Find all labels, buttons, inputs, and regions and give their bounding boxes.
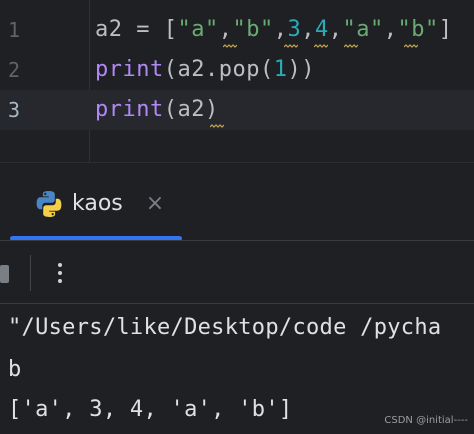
token-builtin: print <box>95 57 164 82</box>
token-paren: ) <box>204 97 219 122</box>
token-comma: , <box>218 17 233 42</box>
token-bracket: [ <box>163 17 178 42</box>
token-comma: , <box>273 17 288 42</box>
run-toolbar <box>0 241 474 303</box>
token-builtin: print <box>95 97 164 122</box>
watermark: CSDN @initial---- <box>384 415 468 426</box>
python-icon <box>36 191 62 217</box>
token-paren: )) <box>287 57 315 82</box>
warning-squiggle-icon <box>314 44 328 48</box>
token-string: "b" <box>397 17 439 42</box>
warning-squiggle-icon <box>223 44 237 48</box>
token-comma: , <box>301 17 315 42</box>
code-text[interactable]: print(a2) <box>95 96 219 124</box>
token-paren: ( <box>163 57 178 82</box>
code-text[interactable]: a2 = ["a","b",3,4,"a","b"] <box>95 16 453 44</box>
warning-squiggle-icon <box>284 44 298 48</box>
token-variable: a2 <box>177 57 205 82</box>
line-number: 3 <box>8 98 21 122</box>
token-comma: , <box>383 17 398 42</box>
console-line-output: b <box>8 357 22 382</box>
more-vertical-icon[interactable] <box>50 255 70 291</box>
warning-squiggle-icon <box>210 124 224 128</box>
console-line-output: ['a', 3, 4, 'a', 'b'] <box>8 397 293 422</box>
code-line-1[interactable]: 1 a2 = ["a","b",3,4,"a","b"] <box>0 10 474 50</box>
token-comma: , <box>328 17 343 42</box>
line-number: 2 <box>8 58 21 82</box>
token-number: 1 <box>273 57 288 82</box>
close-icon[interactable]: × <box>144 193 166 215</box>
dot <box>58 279 62 283</box>
code-editor[interactable]: 1 a2 = ["a","b",3,4,"a","b"] 2 print(a2.… <box>0 0 474 162</box>
token-variable: a2 <box>95 17 123 42</box>
token-string: "a" <box>177 17 219 42</box>
token-operator: = <box>122 17 164 42</box>
stop-button[interactable] <box>0 265 9 283</box>
warning-squiggle-icon <box>404 44 418 48</box>
token-paren: ( <box>163 97 178 122</box>
run-tab-label: kaos <box>72 191 123 216</box>
token-method: .pop( <box>204 57 274 82</box>
token-string: "a" <box>342 17 384 42</box>
run-tool-window-header: kaos × <box>0 162 474 247</box>
console-line-command: "/Users/like/Desktop/code /pycha <box>8 315 442 340</box>
console-output[interactable]: "/Users/like/Desktop/code /pycha b ['a',… <box>0 304 474 434</box>
dot <box>58 271 62 275</box>
token-variable: a2 <box>177 97 205 122</box>
toolbar-divider <box>30 255 31 291</box>
token-string: "b" <box>232 17 274 42</box>
warning-squiggle-icon <box>344 44 358 48</box>
token-number: 3 <box>287 17 302 42</box>
code-line-3[interactable]: 3 print(a2) <box>0 90 474 130</box>
token-bracket: ] <box>438 17 453 42</box>
token-number: 4 <box>315 17 329 42</box>
code-line-2[interactable]: 2 print(a2.pop(1)) <box>0 50 474 90</box>
line-number: 1 <box>8 18 21 42</box>
code-text[interactable]: print(a2.pop(1)) <box>95 56 315 84</box>
dot <box>58 263 62 267</box>
